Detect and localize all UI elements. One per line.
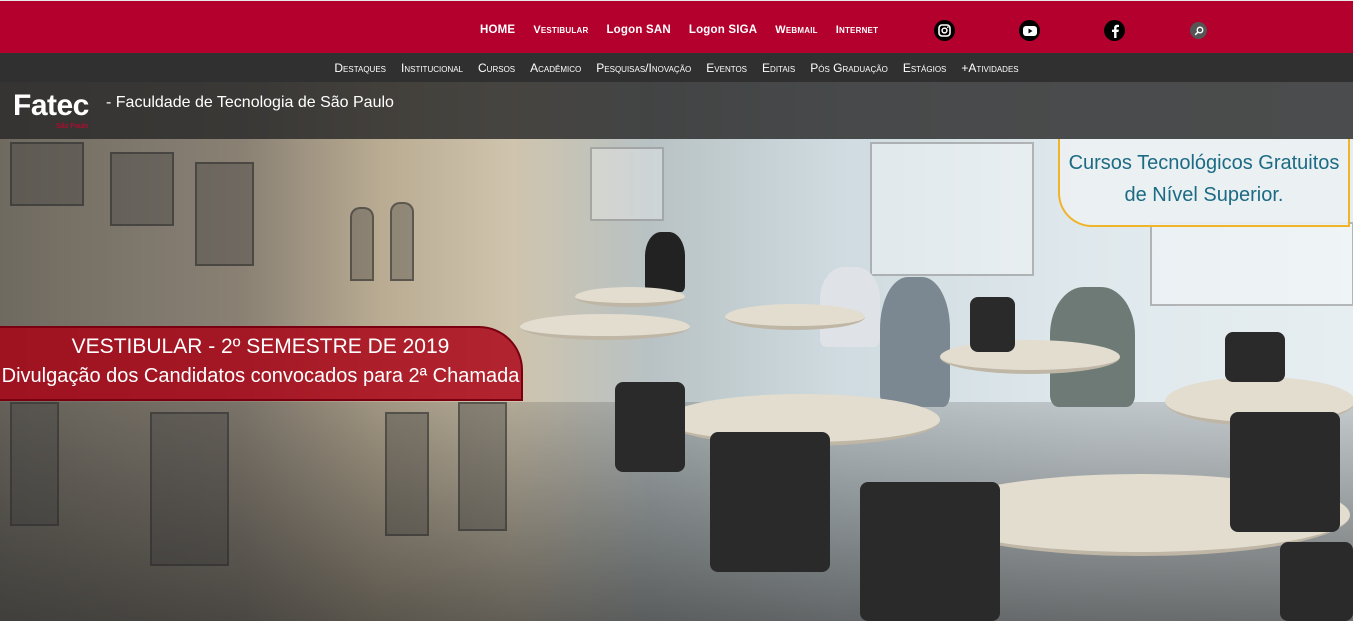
chair — [1225, 332, 1285, 382]
building-window — [195, 162, 254, 266]
student-figure — [880, 277, 950, 407]
facebook-icon[interactable] — [1104, 20, 1125, 41]
room-window — [590, 147, 664, 221]
tagline-line-2: de Nível Superior. — [1124, 184, 1284, 206]
chair — [710, 432, 830, 572]
room-window — [870, 142, 1034, 276]
building-window — [390, 202, 414, 281]
instagram-icon[interactable] — [934, 20, 955, 41]
chair — [1230, 412, 1340, 532]
round-table — [520, 314, 690, 340]
building-window — [110, 152, 174, 226]
top-nav-vestibular[interactable]: Vestibular — [533, 24, 588, 36]
banner-subtitle: Divulgação dos Candidatos convocados par… — [1, 365, 520, 387]
main-nav-editais[interactable]: Editais — [762, 61, 795, 75]
building-window — [10, 142, 84, 206]
main-nav-atividades[interactable]: +Atividades — [961, 61, 1018, 75]
top-bar: HOME Vestibular Logon SAN Logon SIGA Web… — [0, 0, 1353, 53]
top-nav-home[interactable]: HOME — [480, 24, 515, 36]
top-nav-webmail[interactable]: Webmail — [775, 24, 817, 36]
chair — [860, 482, 1000, 621]
tagline-card: Cursos Tecnológicos Gratuitos de Nível S… — [1058, 139, 1350, 227]
main-nav-cursos[interactable]: Cursos — [478, 61, 515, 75]
youtube-icon[interactable] — [1019, 20, 1040, 41]
chair — [970, 297, 1015, 352]
banner-title: VESTIBULAR - 2º SEMESTRE DE 2019 — [71, 335, 450, 358]
site-title: - Faculdade de Tecnologia de São Paulo — [106, 94, 394, 111]
chair — [1280, 542, 1353, 621]
main-nav-eventos[interactable]: Eventos — [706, 61, 747, 75]
round-table — [725, 304, 865, 330]
tagline-line-1: Cursos Tecnológicos Gratuitos — [1068, 152, 1340, 174]
main-nav-institucional[interactable]: Institucional — [401, 61, 463, 75]
round-table — [575, 287, 685, 307]
main-nav: Destaques Institucional Cursos Acadêmico… — [0, 53, 1353, 82]
round-table — [940, 340, 1120, 374]
main-nav-pesquisas[interactable]: Pesquisas/Inovação — [596, 61, 691, 75]
main-nav-destaques[interactable]: Destaques — [334, 61, 386, 75]
top-nav-logon-siga[interactable]: Logon SIGA — [689, 24, 757, 36]
vestibular-banner[interactable]: VESTIBULAR - 2º SEMESTRE DE 2019 Divulga… — [0, 326, 523, 401]
main-nav-academico[interactable]: Acadêmico — [530, 61, 581, 75]
room-window — [1150, 222, 1353, 306]
main-nav-pos-graduacao[interactable]: Pós Graduação — [810, 61, 888, 75]
search-icon[interactable] — [1190, 22, 1207, 39]
fatec-logo[interactable]: Fatec — [13, 89, 89, 123]
student-figure — [645, 232, 685, 292]
fatec-logo-subtitle: São Paulo — [56, 123, 89, 130]
top-nav: HOME Vestibular Logon SAN Logon SIGA Web… — [480, 24, 896, 36]
main-nav-estagios[interactable]: Estágios — [903, 61, 947, 75]
chair — [615, 382, 685, 472]
top-nav-logon-san[interactable]: Logon SAN — [606, 24, 670, 36]
building-window — [350, 207, 374, 281]
top-nav-internet[interactable]: Internet — [836, 24, 878, 36]
